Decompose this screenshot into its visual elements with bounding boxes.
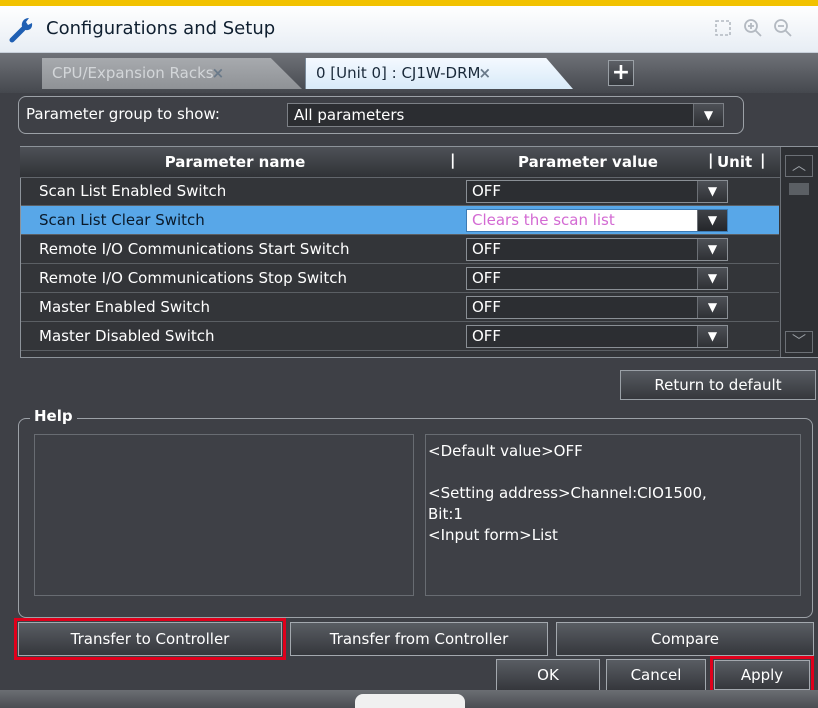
parameter-value-select[interactable]: OFF ▼ [466,325,728,348]
apply-button[interactable]: Apply [710,656,814,694]
transfer-from-controller-button[interactable]: Transfer from Controller [290,622,548,656]
resize-grip[interactable] [355,694,465,708]
chevron-down-icon[interactable]: ▼ [693,104,723,126]
parameter-name: Remote I/O Communications Stop Switch [39,269,347,287]
parameter-group-select[interactable]: All parameters ▼ [287,103,724,127]
maximize-icon[interactable] [712,17,734,39]
return-to-default-button[interactable]: Return to default [620,370,816,400]
parameter-name: Scan List Clear Switch [39,211,205,229]
tab-bar: CPU/Expansion Racks× 0 [Unit 0] : CJ1W-D… [0,53,818,93]
help-left-pane [34,434,414,596]
help-setting-address: <Setting address>Channel:CIO1500, [428,484,707,502]
chevron-down-icon[interactable]: ▼ [697,297,727,318]
parameter-group-label: Parameter group to show: [26,105,220,123]
column-header-parameter-name: Parameter name [164,153,306,171]
chevron-down-icon[interactable]: ▼ [697,326,727,347]
title-tools [712,17,794,39]
add-tab-button[interactable]: + [608,60,634,86]
parameter-value: OFF [472,327,502,345]
chevron-down-icon[interactable]: ▼ [697,239,727,260]
parameter-group-value: All parameters [294,106,405,124]
zoom-in-icon[interactable] [742,17,764,39]
cancel-button[interactable]: Cancel [606,659,706,691]
parameter-name: Remote I/O Communications Start Switch [39,240,350,258]
table-row[interactable]: Scan List Enabled Switch OFF ▼ [21,177,779,206]
zoom-out-icon[interactable] [772,17,794,39]
parameter-value-select[interactable]: OFF ▼ [466,267,728,290]
parameter-value-select[interactable]: OFF ▼ [466,180,728,203]
wrench-icon [8,14,38,44]
parameter-value-select[interactable]: Clears the scan list ▼ [466,209,728,232]
tab-cpu-expansion-racks[interactable]: CPU/Expansion Racks× [42,58,302,89]
transfer-to-controller-button[interactable]: Transfer to Controller [14,618,286,660]
window-title: Configurations and Setup [46,18,276,39]
parameter-unit [731,293,779,321]
parameter-value: OFF [472,298,502,316]
scroll-thumb[interactable] [789,183,809,195]
parameter-unit [731,177,779,205]
tab-label: 0 [Unit 0] : CJ1W-DRM [316,64,481,82]
parameter-value-select[interactable]: OFF ▼ [466,296,728,319]
tab-close-icon[interactable]: × [212,64,225,82]
parameter-value: Clears the scan list [472,211,615,229]
tab-close-icon[interactable]: × [478,64,491,82]
help-input-form: <Input form>List [428,526,558,544]
table-row-selected[interactable]: Scan List Clear Switch Clears the scan l… [21,206,779,235]
help-setting-bit: Bit:1 [428,505,463,523]
parameter-value-select[interactable]: OFF ▼ [466,238,728,261]
title-bar: Configurations and Setup [0,6,818,53]
parameter-value: OFF [472,269,502,287]
chevron-down-icon[interactable]: ▼ [697,268,727,289]
parameter-unit [731,206,779,234]
table-row[interactable]: Remote I/O Communications Stop Switch OF… [21,264,779,293]
tab-label: CPU/Expansion Racks [52,64,214,82]
compare-button[interactable]: Compare [556,622,814,656]
tab-unit0-cj1w-drm[interactable]: 0 [Unit 0] : CJ1W-DRM× [305,58,573,89]
parameter-unit [731,264,779,292]
help-default-value: <Default value>OFF [428,442,583,460]
parameter-name: Scan List Enabled Switch [39,182,227,200]
scroll-down-icon[interactable]: ﹀ [785,331,813,353]
help-spacer [428,462,800,483]
help-description: <Default value>OFF <Setting address>Chan… [425,434,801,596]
chevron-down-icon[interactable]: ▼ [697,210,727,231]
parameter-name: Master Disabled Switch [39,327,215,345]
parameter-name: Master Enabled Switch [39,298,210,316]
column-separator[interactable]: | [760,151,765,169]
ok-button[interactable]: OK [496,659,600,691]
parameter-value: OFF [472,240,502,258]
chevron-down-icon[interactable]: ▼ [697,181,727,202]
column-separator[interactable]: | [450,151,455,169]
table-row[interactable]: Remote I/O Communications Start Switch O… [21,235,779,264]
help-label: Help [30,407,77,425]
scroll-up-icon[interactable]: ︿ [785,155,813,177]
parameter-value: OFF [472,182,502,200]
column-header-parameter-value: Parameter value [518,153,658,171]
table-scrollbar[interactable]: ︿ ﹀ [780,147,818,357]
column-header-unit: Unit [717,153,753,171]
parameter-unit [731,322,779,350]
parameter-unit [731,235,779,263]
table-header: Parameter name | Parameter value | Unit … [20,147,780,178]
table-row[interactable]: Master Disabled Switch OFF ▼ [21,322,779,351]
column-separator[interactable]: | [708,151,713,169]
table-row[interactable]: Master Enabled Switch OFF ▼ [21,293,779,322]
